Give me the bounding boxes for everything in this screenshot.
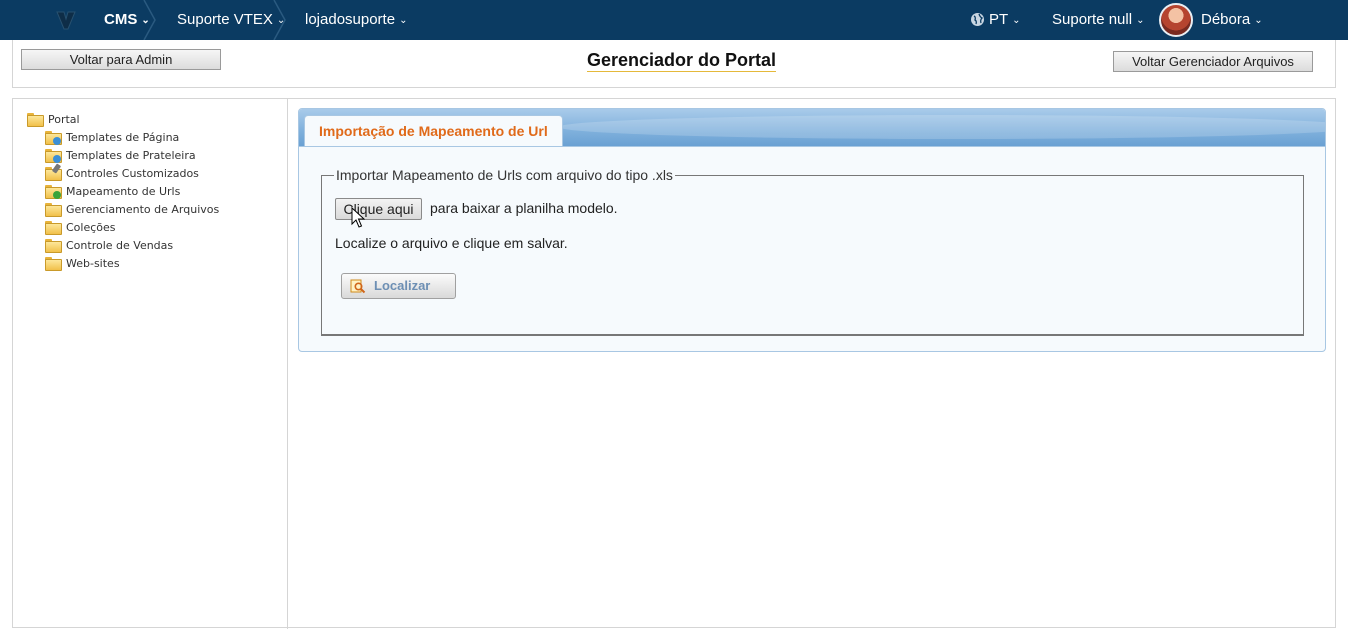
top-navbar: CMS ⌄ Suporte VTEX ⌄ lojadosuporte ⌄ PT ⌄ Su… xyxy=(0,0,1348,40)
back-to-admin-button[interactable]: Voltar para Admin xyxy=(21,49,221,70)
store-label: lojadosuporte xyxy=(305,11,396,28)
page-title: Gerenciador do Portal xyxy=(587,50,777,72)
folder-refresh-icon xyxy=(45,131,62,145)
language-label: PT xyxy=(989,11,1009,28)
folder-icon xyxy=(45,203,62,217)
chevron-down-icon: ⌄ xyxy=(399,15,408,26)
tree-root-label: Portal xyxy=(48,113,80,126)
folder-open-icon xyxy=(27,113,44,127)
avatar[interactable] xyxy=(1159,3,1193,37)
sidebar-item-vendas[interactable]: Controle de Vendas xyxy=(45,239,174,253)
sidebar-item-label: Templates de Prateleira xyxy=(66,149,196,162)
account-menu[interactable]: Suporte VTEX ⌄ xyxy=(177,0,285,40)
chevron-down-icon: ⌄ xyxy=(1136,15,1145,26)
sidebar-item-label: Gerenciamento de Arquivos xyxy=(66,203,220,216)
user-name: Débora xyxy=(1201,11,1251,28)
cms-label: CMS xyxy=(104,11,138,28)
sidebar-item-templates-prateleira[interactable]: Templates de Prateleira xyxy=(45,149,196,163)
tree-root-portal[interactable]: Portal xyxy=(27,113,80,127)
language-menu[interactable]: PT ⌄ xyxy=(989,0,1021,40)
folder-icon xyxy=(45,257,62,271)
workspace-label: Suporte null xyxy=(1052,11,1133,28)
sidebar-item-label: Mapeamento de Urls xyxy=(66,185,181,198)
sidebar-item-label: Controles Customizados xyxy=(66,167,199,180)
import-panel: Importação de Mapeamento de Url Importar… xyxy=(298,108,1326,352)
tab-strip-decoration xyxy=(559,115,1325,139)
back-to-file-manager-button[interactable]: Voltar Gerenciador Arquivos xyxy=(1113,51,1313,72)
instruction-text: Localize o arquivo e clique em salvar. xyxy=(335,235,568,251)
download-template-text: para baixar a planilha modelo. xyxy=(430,200,618,216)
sidebar-item-websites[interactable]: Web-sites xyxy=(45,257,120,271)
browse-file-button[interactable]: Localizar xyxy=(341,273,456,299)
breadcrumb-separator xyxy=(273,0,286,40)
browse-file-label: Localizar xyxy=(374,278,431,293)
user-menu[interactable]: Débora ⌄ xyxy=(1201,0,1263,40)
sidebar-item-label: Templates de Página xyxy=(66,131,180,144)
store-menu[interactable]: lojadosuporte ⌄ xyxy=(305,0,407,40)
sidebar-item-label: Coleções xyxy=(66,221,116,234)
import-legend: Importar Mapeamento de Urls com arquivo … xyxy=(336,167,673,183)
vtex-logo-icon[interactable] xyxy=(56,9,76,31)
sidebar-item-label: Web-sites xyxy=(66,257,120,270)
sidebar-tree: Portal Templates de Página Templates de … xyxy=(13,99,288,629)
import-fieldset: Importar Mapeamento de Urls com arquivo … xyxy=(321,167,1304,336)
sidebar-item-controles[interactable]: Controles Customizados xyxy=(45,163,199,181)
sidebar-item-colecoes[interactable]: Coleções xyxy=(45,221,116,235)
folder-edit-icon xyxy=(45,163,62,181)
chevron-down-icon: ⌄ xyxy=(1254,15,1263,26)
account-label: Suporte VTEX xyxy=(177,11,273,28)
sidebar-item-templates-pagina[interactable]: Templates de Página xyxy=(45,131,180,145)
folder-arrow-icon xyxy=(45,185,62,199)
main-area: Portal Templates de Página Templates de … xyxy=(12,98,1336,629)
sidebar-item-arquivos[interactable]: Gerenciamento de Arquivos xyxy=(45,203,220,217)
folder-icon xyxy=(45,239,62,253)
folder-icon xyxy=(45,221,62,235)
workspace-menu[interactable]: Suporte null ⌄ xyxy=(1052,0,1144,40)
tab-divider xyxy=(299,146,1325,147)
search-file-icon xyxy=(350,279,366,294)
chevron-down-icon: ⌄ xyxy=(1012,15,1021,26)
sidebar-item-mapeamento[interactable]: Mapeamento de Urls xyxy=(45,185,181,199)
tab-import-url-mapping[interactable]: Importação de Mapeamento de Url xyxy=(304,115,563,147)
folder-refresh-icon xyxy=(45,149,62,163)
globe-icon xyxy=(971,13,984,26)
portal-header: Voltar para Admin Gerenciador do Portal … xyxy=(12,40,1336,88)
breadcrumb-separator xyxy=(143,0,156,40)
mouse-cursor-icon xyxy=(351,207,365,228)
sidebar-item-label: Controle de Vendas xyxy=(66,239,174,252)
download-template-button[interactable]: Clique aqui xyxy=(335,198,422,220)
